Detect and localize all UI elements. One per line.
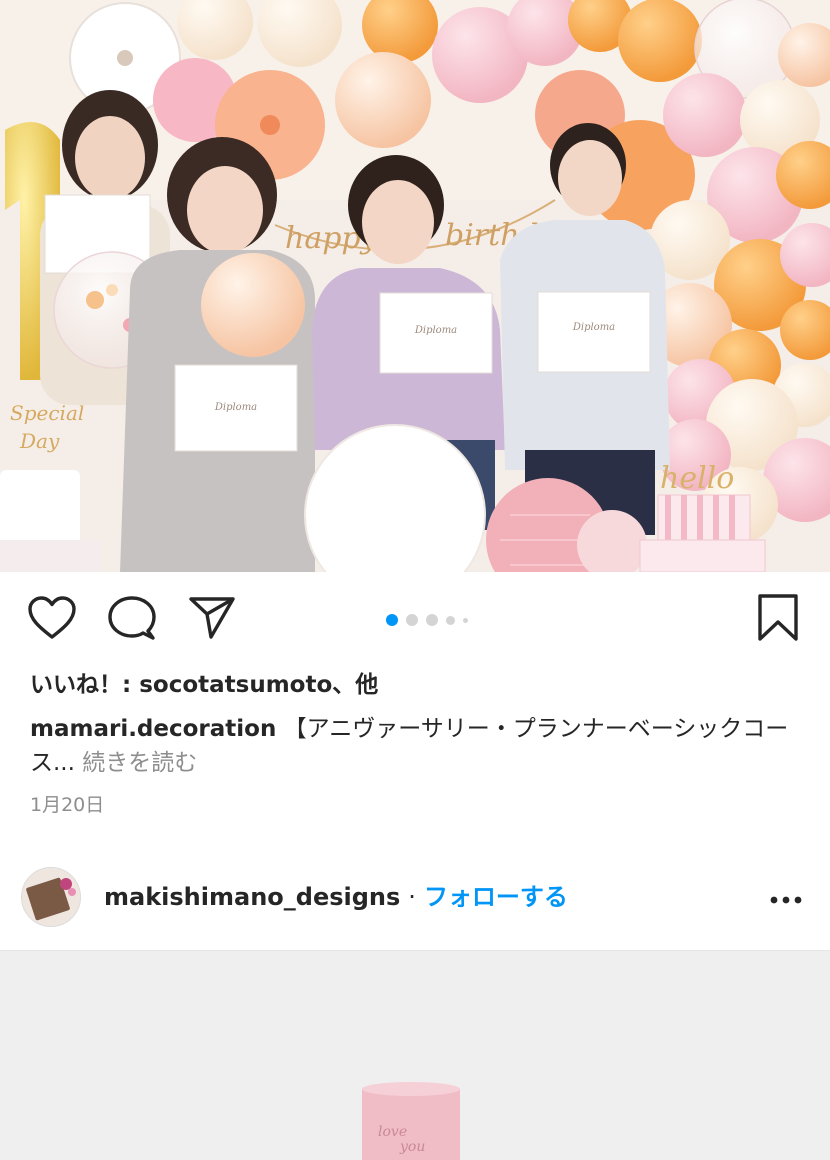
post-action-bar: [0, 572, 830, 668]
next-post-username[interactable]: makishimano_designs: [104, 883, 400, 911]
likes-text: いいね！: socotatsumoto、他: [30, 672, 379, 698]
next-post-header-text: makishimano_designs · フォローする: [104, 878, 568, 916]
post-caption: mamari.decoration 【アニヴァーサリー・プランナーベーシックコー…: [30, 712, 800, 780]
carousel-indicator: [386, 613, 468, 627]
post-date: 1月20日: [30, 794, 105, 816]
carousel-dot: [463, 617, 468, 623]
comment-button[interactable]: [106, 596, 158, 644]
comment-icon: [108, 595, 156, 645]
svg-text:you: you: [399, 1139, 425, 1155]
save-button[interactable]: [752, 594, 804, 646]
svg-text:love: love: [378, 1124, 407, 1140]
carousel-dot: [426, 614, 438, 626]
carousel-dot: [446, 615, 455, 625]
post-photo[interactable]: happy birthday Diploma Diploma Diploma S…: [0, 0, 830, 572]
separator-dot: ·: [408, 883, 416, 911]
heart-icon: [27, 596, 77, 644]
follow-button[interactable]: フォローする: [424, 883, 568, 911]
carousel-dot: [406, 614, 418, 626]
svg-text:Special: Special: [10, 401, 84, 425]
read-more-link[interactable]: 続きを読む: [75, 750, 197, 776]
send-icon: [188, 595, 236, 645]
ellipsis-icon: [770, 889, 802, 908]
likes-summary[interactable]: いいね！: socotatsumoto、他: [30, 668, 810, 702]
next-post-header: makishimano_designs · フォローする: [0, 860, 830, 938]
svg-text:Diploma: Diploma: [214, 402, 257, 413]
next-post-photo[interactable]: love you: [0, 951, 830, 1160]
bookmark-icon: [756, 593, 800, 647]
svg-text:Day: Day: [19, 429, 60, 453]
svg-text:Diploma: Diploma: [572, 322, 615, 333]
like-button[interactable]: [24, 596, 80, 644]
share-button[interactable]: [186, 596, 238, 644]
svg-text:hello: hello: [660, 461, 734, 496]
caption-username[interactable]: mamari.decoration: [30, 716, 276, 742]
carousel-dot-active: [386, 614, 398, 626]
next-photo-illustration: love you: [0, 951, 830, 1160]
photo-illustration: happy birthday Diploma Diploma Diploma S…: [0, 0, 830, 572]
more-options-button[interactable]: [764, 882, 808, 914]
avatar[interactable]: [21, 867, 81, 927]
avatar-image: [22, 868, 80, 926]
svg-text:Diploma: Diploma: [414, 325, 457, 336]
